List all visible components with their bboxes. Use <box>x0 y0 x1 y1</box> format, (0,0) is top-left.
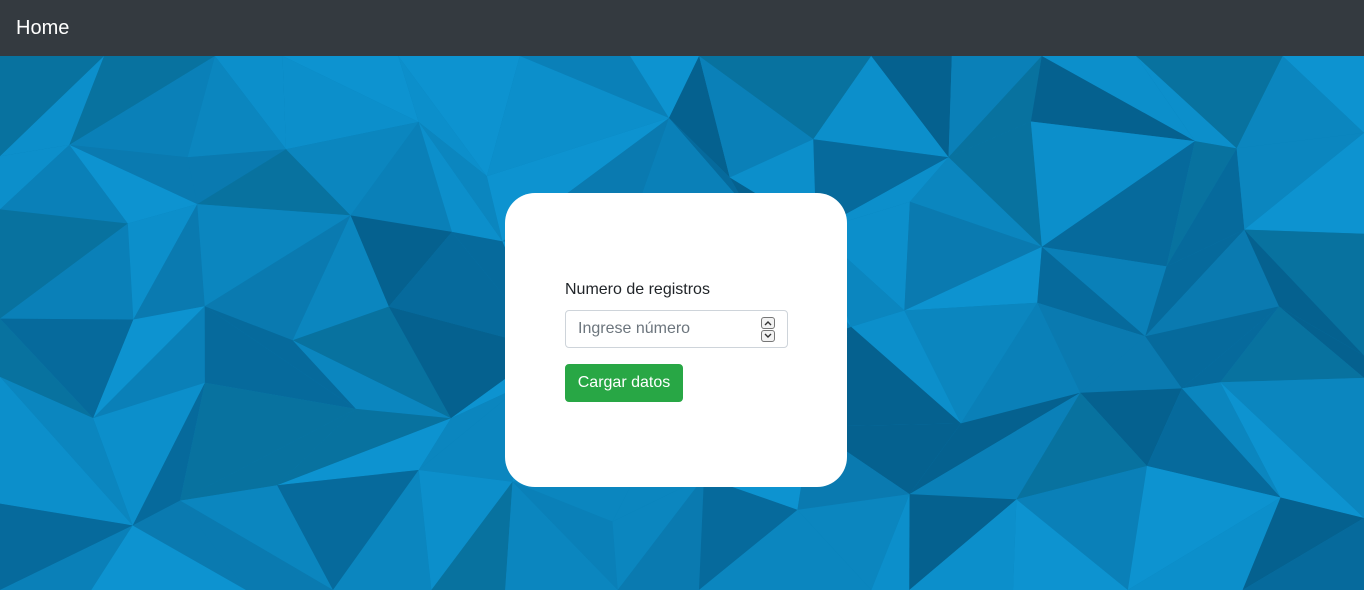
records-label: Numero de registros <box>565 281 710 298</box>
number-spinner <box>761 317 775 342</box>
chevron-up-icon[interactable] <box>761 317 775 329</box>
navbar: Home <box>0 0 1364 56</box>
load-data-button[interactable]: Cargar datos <box>565 364 683 402</box>
records-input-wrapper <box>565 310 788 348</box>
records-number-input[interactable] <box>566 311 756 347</box>
form-card: Numero de registros Cargar datos <box>505 193 847 487</box>
navbar-brand-home[interactable]: Home <box>16 17 69 40</box>
chevron-down-icon[interactable] <box>761 330 775 342</box>
